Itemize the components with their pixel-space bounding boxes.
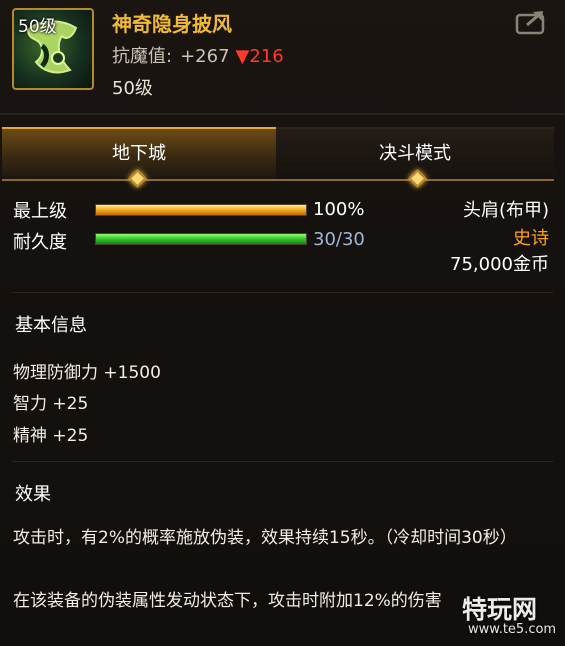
- header-divider: [0, 113, 565, 115]
- grade-label: 最上级: [13, 201, 67, 222]
- stat-label: 抗魔值:: [112, 46, 173, 67]
- share-button[interactable]: [515, 9, 549, 35]
- rarity-label: 史诗: [513, 228, 549, 249]
- item-main-stat: 抗魔值: +267 ▼216: [112, 42, 284, 68]
- grade-value: 100%: [313, 199, 365, 220]
- share-icon: [515, 11, 545, 35]
- item-price: 75,000金币: [450, 254, 549, 275]
- item-name: 神奇隐身披风: [112, 12, 232, 36]
- durability-bar: [95, 233, 307, 245]
- item-icon-frame[interactable]: 50级: [12, 8, 94, 90]
- site-watermark: 特玩网 www.te5.com: [462, 590, 562, 642]
- effect-title: 效果: [15, 484, 51, 505]
- watermark-text: 特玩网: [462, 595, 538, 624]
- durability-bar-fill: [96, 234, 306, 244]
- tab-underline: [2, 179, 554, 181]
- attribute-line: 智力 +25: [13, 394, 89, 414]
- grade-bar: [95, 204, 307, 216]
- stat-value: +267: [180, 46, 230, 67]
- section-divider: [12, 461, 553, 462]
- durability-label: 耐久度: [13, 232, 67, 253]
- item-tooltip-panel: 50级 神奇隐身披风 抗魔值: +267 ▼216 50级 地下城 决斗模式 最上级…: [0, 0, 565, 646]
- attribute-line: 物理防御力 +1500: [13, 363, 161, 383]
- section-divider: [12, 292, 553, 293]
- item-level-badge: 50级: [18, 17, 57, 37]
- watermark-site: www.te5.com: [468, 622, 557, 637]
- required-level: 50级: [112, 78, 153, 99]
- mode-tabs: 地下城 决斗模式: [2, 127, 554, 181]
- stat-diff: ▼216: [235, 46, 284, 67]
- effect-line: 攻击时，有2%的概率施放伪装，效果持续15秒。（冷却时间30秒）: [13, 528, 517, 548]
- basic-info-title: 基本信息: [15, 315, 87, 336]
- durability-value: 30/30: [313, 229, 365, 250]
- grade-bar-fill: [96, 205, 306, 215]
- attribute-line: 精神 +25: [13, 426, 89, 446]
- equipment-slot: 头肩(布甲): [462, 200, 549, 221]
